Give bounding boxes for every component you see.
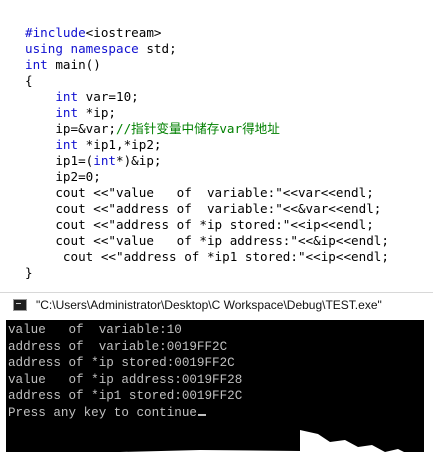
keyword-token: int — [25, 57, 48, 72]
code-line: ip=&var;//指针变量中储存var得地址 — [25, 121, 280, 137]
console-output: value of variable:10 address of variable:… — [6, 320, 424, 452]
code-token: ip1=( — [25, 153, 94, 168]
console-output-line: value of variable:10 — [8, 322, 182, 339]
code-token: cout <<"value of *ip address:"<<&ip<<end… — [25, 233, 389, 248]
code-token: { — [25, 73, 33, 88]
code-token: ip2=0; — [25, 169, 101, 184]
code-token: *ip1,*ip2; — [78, 137, 162, 152]
console-output-line: address of *ip stored:0019FF2C — [8, 355, 235, 372]
code-line: cout <<"value of *ip address:"<<&ip<<end… — [25, 233, 389, 249]
console-line-text: address of variable:0019FF2C — [8, 339, 228, 354]
code-token: <iostream> — [85, 25, 162, 40]
keyword-token: namespace — [70, 41, 139, 56]
code-line: cout <<"value of variable:"<<var<<endl; — [25, 185, 374, 201]
code-token: var=10; — [78, 89, 139, 104]
console-output-line: value of *ip address:0019FF28 — [8, 372, 242, 389]
console-app-icon — [13, 299, 27, 311]
code-token: *ip; — [78, 105, 117, 120]
code-token: *)&ip; — [116, 153, 162, 168]
code-line: using namespace std; — [25, 41, 177, 57]
keyword-token: int — [55, 137, 79, 152]
code-token: cout <<"address of variable:"<<&var<<end… — [25, 201, 382, 216]
code-line: { — [25, 73, 33, 89]
console-line-text: value of variable:10 — [8, 323, 182, 337]
source-code-panel: #include<iostream> using namespace std; in… — [0, 0, 433, 292]
console-line-text: address of *ip1 stored:0019FF2C — [8, 389, 243, 403]
console-output-line: address of *ip1 stored:0019FF2C — [8, 388, 242, 405]
keyword-token: using — [25, 41, 63, 56]
console-titlebar[interactable]: "C:\Users\Administrator\Desktop\C Worksp… — [0, 292, 433, 318]
code-line: int var=10; — [25, 89, 139, 105]
code-token: } — [25, 265, 33, 280]
preprocessor-token: #include — [25, 25, 86, 40]
code-line: #include<iostream> — [25, 25, 162, 41]
keyword-token: int — [55, 89, 79, 104]
console-prompt-line: Press any key to continue — [8, 405, 206, 422]
code-token: cout <<"address of *ip1 stored:"<<ip<<en… — [25, 249, 389, 264]
console-line-text: address of *ip stored:0019FF2C — [8, 356, 235, 370]
keyword-token: int — [55, 105, 79, 120]
code-line: int *ip1,*ip2; — [25, 137, 162, 153]
code-token: main() — [47, 57, 101, 72]
code-token: cout <<"value of variable:"<<var<<endl; — [25, 185, 374, 200]
console-line-text: Press any key to continue — [8, 405, 197, 420]
console-line-text: value of *ip address:0019FF28 — [8, 372, 243, 387]
code-line: ip1=(int*)&ip; — [25, 153, 162, 169]
code-line: cout <<"address of variable:"<<&var<<end… — [25, 201, 381, 217]
comment-token: //指针变量中储存var得地址 — [116, 121, 280, 136]
code-line: int main() — [25, 57, 101, 73]
code-line: int *ip; — [25, 105, 116, 121]
code-token: ip=&var; — [25, 121, 116, 136]
code-line: cout <<"address of *ip1 stored:"<<ip<<en… — [25, 249, 389, 265]
code-token: std; — [138, 41, 177, 56]
code-token: cout <<"address of *ip stored:"<<ip<<end… — [25, 217, 374, 232]
console-cursor — [197, 413, 206, 416]
code-line: ip2=0; — [25, 169, 101, 185]
console-output-line: address of variable:0019FF2C — [8, 339, 227, 356]
code-line: } — [25, 265, 33, 281]
window-title: "C:\Users\Administrator\Desktop\C Worksp… — [36, 298, 382, 312]
code-line: cout <<"address of *ip stored:"<<ip<<end… — [25, 217, 374, 233]
keyword-token: int — [93, 153, 116, 168]
